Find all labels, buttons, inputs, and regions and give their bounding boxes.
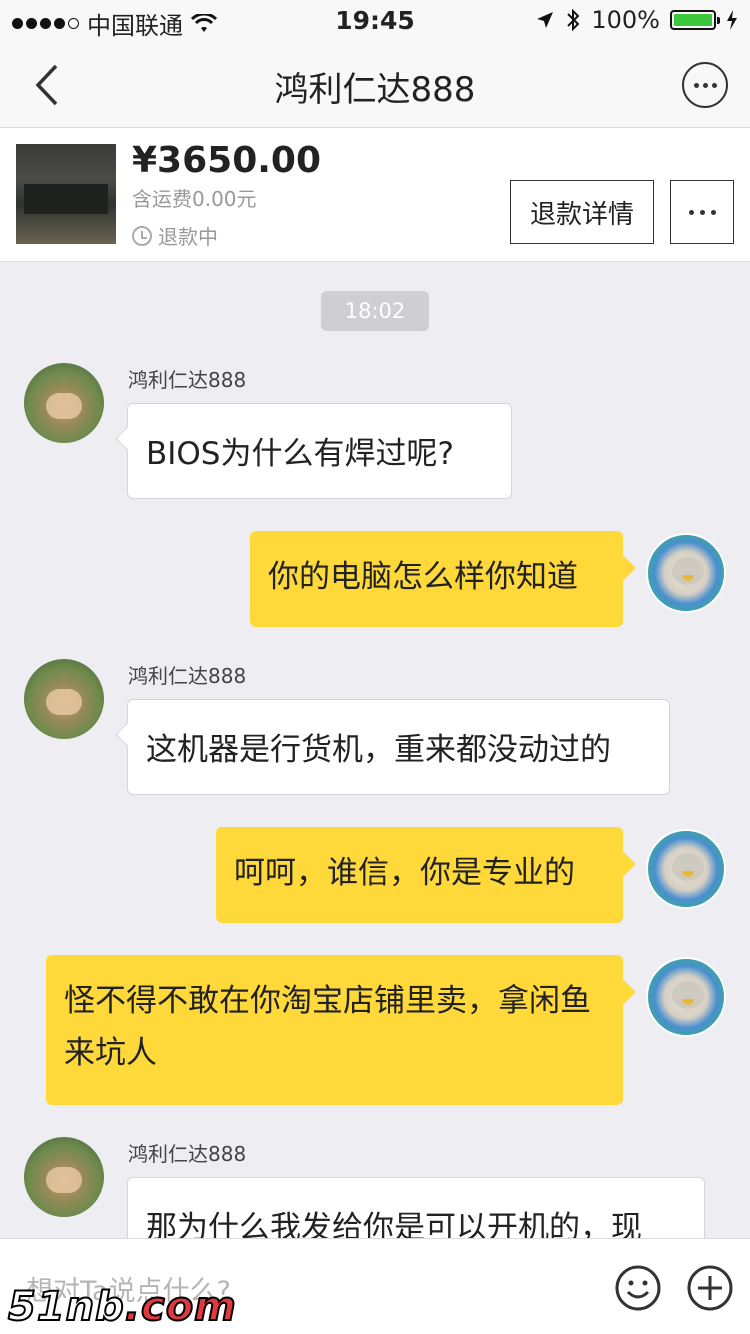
seller-avatar[interactable] bbox=[24, 659, 104, 739]
status-bar: 中国联通 19:45 100% bbox=[0, 0, 750, 40]
timestamp-chip: 18:02 bbox=[321, 291, 429, 331]
battery-icon bbox=[670, 10, 720, 30]
emoji-icon[interactable] bbox=[614, 1264, 662, 1312]
product-shipping: 含运费0.00元 bbox=[132, 187, 257, 211]
bluetooth-icon bbox=[567, 8, 580, 32]
outgoing-message[interactable]: 怪不得不敢在你淘宝店铺里卖，拿闲鱼来坑人 bbox=[46, 955, 623, 1105]
user-avatar[interactable] bbox=[646, 957, 726, 1037]
incoming-message[interactable]: 这机器是行货机，重来都没动过的 bbox=[127, 699, 670, 795]
product-thumbnail[interactable] bbox=[16, 144, 116, 244]
battery-fill bbox=[674, 14, 712, 26]
sender-name: 鸿利仁达888 bbox=[128, 368, 247, 392]
back-icon[interactable] bbox=[28, 60, 68, 110]
seller-avatar[interactable] bbox=[24, 1137, 104, 1217]
product-price: ¥3650.00 bbox=[132, 140, 322, 181]
refund-details-button[interactable]: 退款详情 bbox=[510, 180, 654, 244]
clock-icon bbox=[132, 225, 152, 246]
status-right: 100% bbox=[535, 6, 738, 34]
charging-bolt-icon bbox=[727, 10, 737, 30]
sender-name: 鸿利仁达888 bbox=[128, 1142, 247, 1166]
outgoing-message[interactable]: 你的电脑怎么样你知道 bbox=[250, 531, 623, 627]
add-attachment-icon[interactable] bbox=[686, 1264, 734, 1312]
battery-percent: 100% bbox=[591, 6, 660, 34]
site-watermark: 51nb.com bbox=[7, 1283, 237, 1331]
user-avatar[interactable] bbox=[646, 829, 726, 909]
user-avatar[interactable] bbox=[646, 533, 726, 613]
watermark-prefix: 51nb bbox=[7, 1283, 125, 1331]
watermark-suffix: .com bbox=[124, 1283, 237, 1331]
refund-status: 退款中 bbox=[132, 221, 218, 250]
refund-status-label: 退款中 bbox=[158, 225, 218, 249]
nav-bar: 鸿利仁达888 bbox=[0, 40, 750, 128]
seller-avatar[interactable] bbox=[24, 363, 104, 443]
outgoing-message[interactable]: 呵呵，谁信，你是专业的 bbox=[216, 827, 623, 923]
page-title: 鸿利仁达888 bbox=[274, 70, 476, 110]
more-options-icon[interactable] bbox=[682, 62, 728, 108]
incoming-message[interactable]: BIOS为什么有焊过呢? bbox=[127, 403, 512, 499]
location-arrow-icon bbox=[537, 12, 554, 28]
product-more-button[interactable] bbox=[670, 180, 734, 244]
sender-name: 鸿利仁达888 bbox=[128, 664, 247, 688]
